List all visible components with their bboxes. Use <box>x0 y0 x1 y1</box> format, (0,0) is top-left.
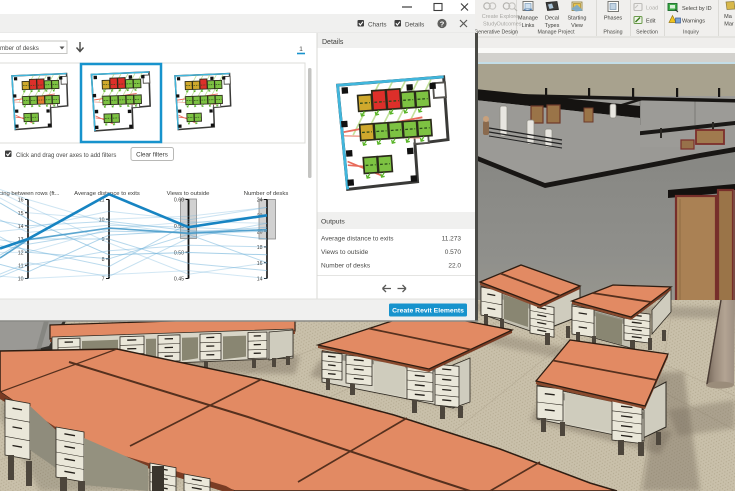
svg-text:Number of desks: Number of desks <box>244 191 289 197</box>
svg-text:Create Revit Elements: Create Revit Elements <box>392 307 464 314</box>
svg-text:Mar: Mar <box>724 22 734 28</box>
svg-text:Explore: Explore <box>500 14 519 20</box>
svg-text:Outputs: Outputs <box>321 219 345 226</box>
svg-text:Outcomes: Outcomes <box>496 22 521 28</box>
svg-text:Phases: Phases <box>604 16 623 22</box>
svg-text:mber of desks: mber of desks <box>0 45 39 52</box>
svg-text:22.0: 22.0 <box>448 263 461 270</box>
svg-text:24: 24 <box>257 198 263 204</box>
svg-text:Edit: Edit <box>646 19 656 25</box>
svg-text:Ma: Ma <box>724 14 733 20</box>
svg-text:View: View <box>571 23 583 29</box>
svg-text:0.45: 0.45 <box>174 277 184 283</box>
svg-text:Selection: Selection <box>636 30 658 36</box>
svg-text:Study: Study <box>483 22 497 28</box>
svg-text:Click and drag over axes to ad: Click and drag over axes to add filters <box>16 153 116 159</box>
svg-text:0.570: 0.570 <box>445 249 462 256</box>
svg-text:0.60: 0.60 <box>174 198 184 204</box>
svg-text:Spacing between rows (ft...: Spacing between rows (ft... <box>0 191 60 197</box>
svg-text:Details: Details <box>405 22 424 29</box>
svg-text:11.273: 11.273 <box>442 236 462 243</box>
svg-text:7: 7 <box>102 277 105 283</box>
svg-text:Average distance to exits: Average distance to exits <box>321 236 394 243</box>
svg-text:Views to outside: Views to outside <box>321 249 369 256</box>
svg-text:Details: Details <box>322 39 344 46</box>
svg-text:Types: Types <box>545 23 560 29</box>
svg-text:Manage Project: Manage Project <box>537 30 575 36</box>
svg-text:Select by ID: Select by ID <box>682 6 712 12</box>
svg-text:Number of desks: Number of desks <box>321 263 371 270</box>
svg-text:Charts: Charts <box>368 22 387 29</box>
svg-text:Starting: Starting <box>568 16 587 22</box>
svg-text:Inquiry: Inquiry <box>683 30 699 36</box>
svg-text:0.50: 0.50 <box>174 250 184 256</box>
svg-text:Links: Links <box>522 23 535 29</box>
svg-text:Phasing: Phasing <box>603 30 622 36</box>
svg-text:Manage: Manage <box>518 16 538 22</box>
svg-text:1: 1 <box>299 46 303 53</box>
svg-text:Decal: Decal <box>545 16 559 22</box>
svg-text:Views to outside: Views to outside <box>167 191 211 197</box>
svg-text:Warnings: Warnings <box>682 19 705 25</box>
svg-text:18: 18 <box>257 245 263 251</box>
svg-text:Create: Create <box>482 14 499 20</box>
svg-text:12: 12 <box>18 250 24 256</box>
svg-text:Generative Design: Generative Design <box>474 30 518 36</box>
svg-text:Clear filters: Clear filters <box>136 152 168 159</box>
svg-text:Load: Load <box>646 6 658 12</box>
svg-text:?: ? <box>440 19 445 28</box>
